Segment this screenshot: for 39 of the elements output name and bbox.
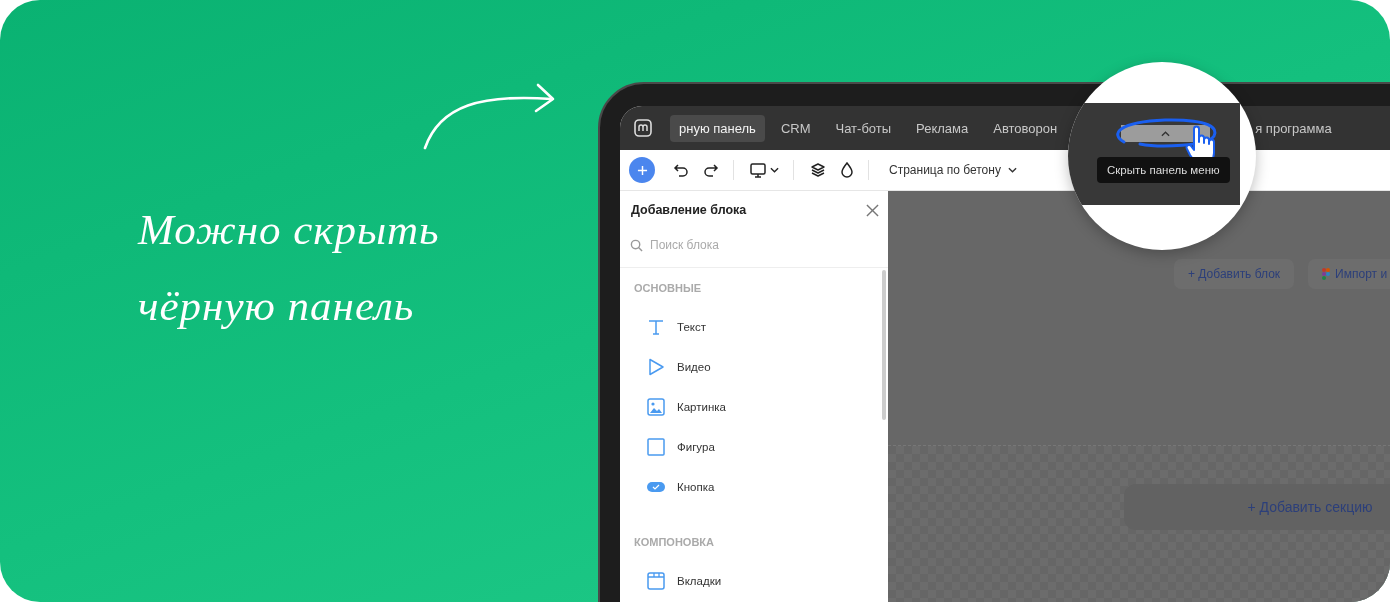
- menu-tab[interactable]: Реклама: [916, 114, 969, 142]
- scrollbar[interactable]: [882, 270, 886, 420]
- headline: Можно скрыть чёрную панель: [138, 205, 441, 331]
- block-type-item[interactable]: Кнопка: [677, 481, 715, 493]
- square-icon: [647, 438, 665, 456]
- figma-icon: [1322, 268, 1331, 280]
- block-type-item[interactable]: Фигура: [677, 441, 715, 453]
- block-type-item[interactable]: Текст: [677, 321, 706, 333]
- menu-tab[interactable]: Автоворон: [993, 114, 1058, 142]
- search-icon: [630, 238, 643, 252]
- button-icon: [647, 482, 665, 492]
- logo-icon: [634, 119, 652, 137]
- block-type-item[interactable]: Вкладки: [677, 575, 722, 587]
- undo-icon[interactable]: [673, 163, 689, 177]
- page-selector[interactable]: Страница по бетону: [885, 163, 1017, 177]
- tabs-icon: [647, 572, 665, 590]
- menu-tab[interactable]: я программа: [1255, 114, 1332, 142]
- menu-tab[interactable]: Чат-боты: [835, 114, 892, 142]
- menu-tab[interactable]: рную панель: [670, 114, 765, 142]
- caret-icon[interactable]: [770, 167, 779, 173]
- section-heading: ОСНОВНЫЕ: [634, 282, 702, 296]
- layers-icon[interactable]: [810, 162, 826, 178]
- chevron-up-icon: [1161, 130, 1170, 137]
- block-type-item[interactable]: Картинка: [677, 401, 726, 413]
- tooltip: Скрыть панель меню: [1097, 157, 1230, 183]
- close-icon[interactable]: [866, 203, 879, 217]
- block-type-item[interactable]: Видео: [677, 361, 711, 373]
- play-icon: [647, 358, 665, 376]
- add-button[interactable]: [629, 157, 655, 183]
- menu-tab[interactable]: CRM: [780, 114, 811, 142]
- caret-icon: [1007, 167, 1017, 173]
- redo-icon[interactable]: [703, 163, 719, 177]
- text-icon: [647, 318, 665, 336]
- image-icon: [647, 398, 665, 416]
- monitor-icon[interactable]: [750, 162, 766, 178]
- plus-icon: [636, 164, 648, 176]
- section-heading: КОМПОНОВКА: [634, 536, 715, 550]
- panel-title: Добавление блока: [631, 203, 747, 217]
- drop-icon[interactable]: [840, 162, 854, 178]
